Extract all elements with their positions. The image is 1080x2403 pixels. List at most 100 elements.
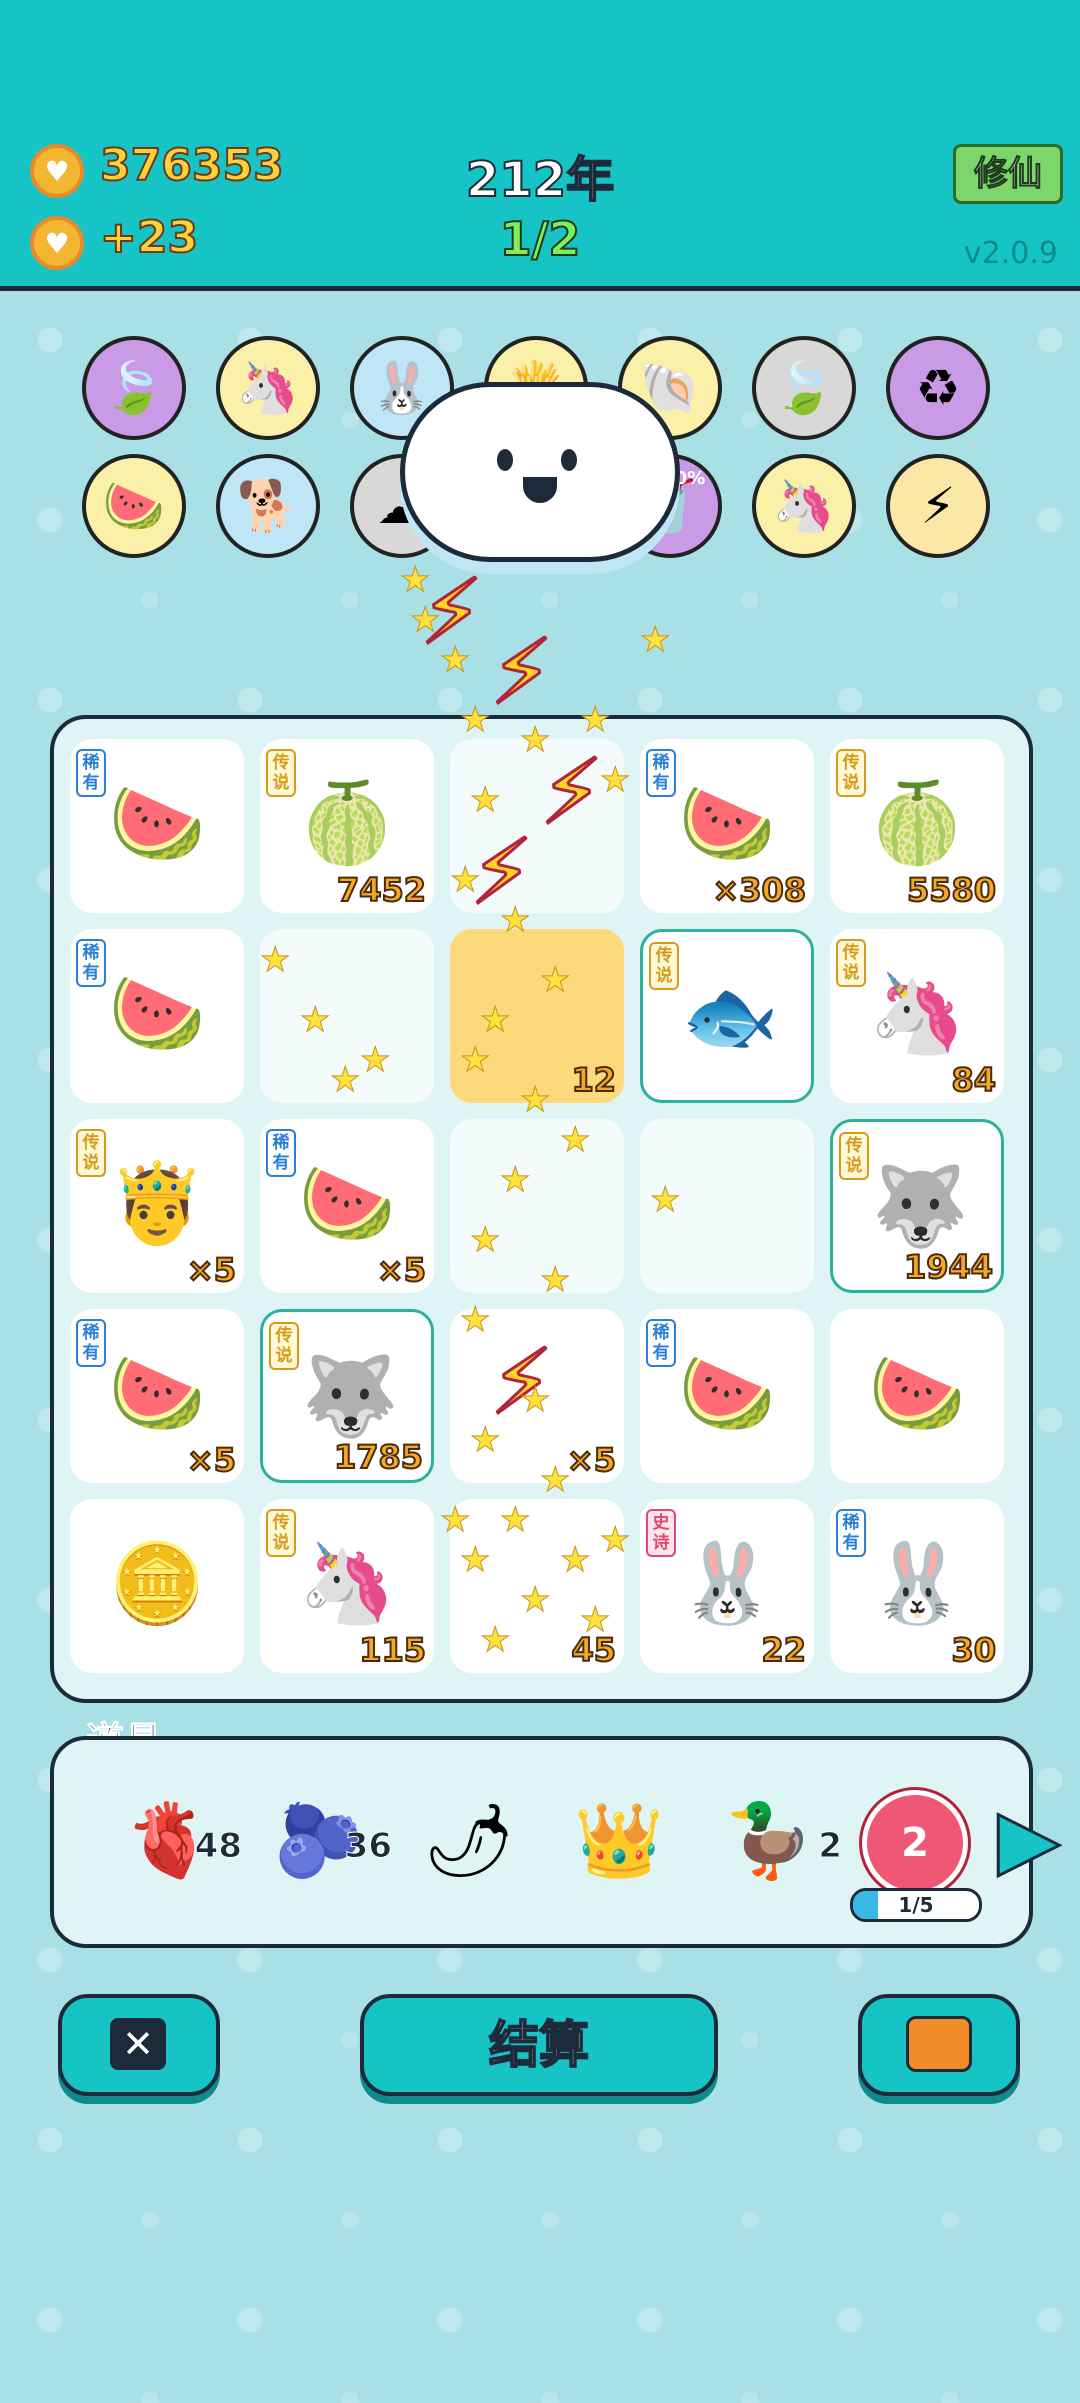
board-cell[interactable]: 传说 🦄 84 (830, 929, 1004, 1103)
item-count: 1785 (333, 1437, 424, 1477)
sparkle-star: ★ (579, 1600, 611, 1641)
watermelon-slice-icon: 🍉 (678, 779, 776, 869)
watermelon-icon: 🍈 (298, 779, 396, 869)
sparkle-star: ★ (399, 560, 431, 601)
board-cell[interactable]: 传说 🐺 1944 (830, 1119, 1004, 1293)
sparkle-star: ★ (409, 600, 441, 641)
prop-count: 48 (194, 1826, 242, 1867)
watermelon-slice-icon: 🍉 (678, 1349, 776, 1439)
item-count: 30 (950, 1630, 997, 1670)
sparkle-star: ★ (439, 1500, 471, 1541)
item-count: 7452 (336, 870, 427, 910)
sparkle-star: ★ (499, 900, 531, 941)
item-count: 115 (358, 1630, 427, 1670)
sparkle-star: ★ (579, 700, 611, 741)
board-cell[interactable]: 🍉 (830, 1309, 1004, 1483)
liver-icon[interactable]: 🫀 48 (114, 1790, 242, 1900)
sparkle-star: ★ (459, 700, 491, 741)
year-counter: 212年 (465, 151, 615, 209)
leaf-icon[interactable]: 🍃 (82, 336, 186, 440)
sparkle-star: ★ (599, 760, 631, 801)
board-cell[interactable]: 传说 🐟 (640, 929, 814, 1103)
board-cell[interactable]: 稀有 🍉 ×308 (640, 739, 814, 913)
sparkle-star: ★ (539, 1260, 571, 1301)
board-cell[interactable]: 稀有 🍉 (70, 929, 244, 1103)
lightning-bolt: ⚡ (488, 619, 554, 727)
scroll-right-arrow[interactable]: ▶ (997, 1794, 1062, 1883)
progress-text: 1/5 (898, 1893, 934, 1917)
board-cell[interactable]: 传说 🐺 1785 (260, 1309, 434, 1483)
husky-king-icon: 🐺 (301, 1352, 399, 1442)
board-cell[interactable]: 稀有 🐰 30 (830, 1499, 1004, 1673)
sparkle-star: ★ (469, 780, 501, 821)
item-count: 84 (950, 1060, 997, 1100)
board-cell[interactable]: 传说 🍈 7452 (260, 739, 434, 913)
exit-button[interactable]: ✕ (58, 1994, 220, 2096)
board-cell[interactable]: 史诗 🐰 22 (640, 1499, 814, 1673)
sparkle-star: ★ (469, 1420, 501, 1461)
coin-pile-icon: 🪙 (108, 1539, 206, 1629)
target-icon[interactable]: 2 (862, 1790, 968, 1896)
item-count: ×308 (711, 870, 807, 910)
watermelon-icon: 🍈 (868, 779, 966, 869)
sparkle-star: ★ (469, 1220, 501, 1261)
blueberry-icon[interactable]: 🫐 36 (264, 1790, 392, 1900)
item-count: ×5 (566, 1440, 617, 1480)
dog-icon[interactable]: 🐕 (216, 454, 320, 558)
watermelon-slice-icon: 🍉 (868, 1349, 966, 1439)
sparkle-star: ★ (459, 1540, 491, 1581)
board-cell[interactable]: 稀有 🍉 (70, 739, 244, 913)
prop-count: 36 (344, 1826, 392, 1867)
sparkle-star: ★ (649, 1180, 681, 1221)
unicorn-icon: 🦄 (868, 969, 966, 1059)
board-cell[interactable] (450, 1119, 624, 1293)
inventory-button[interactable] (858, 1994, 1020, 2096)
sparkle-star: ★ (559, 1120, 591, 1161)
recycle-icon[interactable]: ♻ (886, 336, 990, 440)
sparkle-star: ★ (479, 1620, 511, 1661)
settle-button[interactable]: 结算 (360, 1994, 718, 2096)
sparkle-star: ★ (559, 1540, 591, 1581)
sparkle-star: ★ (459, 1300, 491, 1341)
item-count: ×5 (376, 1250, 427, 1290)
item-count: ×5 (186, 1440, 237, 1480)
board-cell[interactable]: 稀有 🍉 (640, 1309, 814, 1483)
briefcase-icon (906, 2016, 972, 2072)
target-progress: 1/5 (850, 1888, 982, 1922)
board-cell[interactable]: 🪙 (70, 1499, 244, 1673)
fruit-basket-icon[interactable]: 🍉 (82, 454, 186, 558)
sparkle-star: ★ (299, 1000, 331, 1041)
sparkle-star: ★ (519, 720, 551, 761)
close-icon: ✕ (110, 2018, 166, 2070)
sparkle-star: ★ (599, 1520, 631, 1561)
crown-icon[interactable]: 👑 (564, 1790, 674, 1900)
game-board: 稀有 🍉 传说 🍈 7452 稀有 🍉 ×308 传说 🍈 5580 稀有 🍉 12 传说 🐟 传说 🦄 84 传说 🤴… (50, 715, 1033, 1703)
unicorn-icon: 🦄 (298, 1539, 396, 1629)
sparkle-star: ★ (639, 620, 671, 661)
duck-icon[interactable]: 🦆 2 (714, 1790, 842, 1900)
board-cell[interactable]: 稀有 🍉 ×5 (70, 1309, 244, 1483)
watermelon-slice-icon: 🍉 (108, 1349, 206, 1439)
board-cell[interactable]: 传说 🍈 5580 (830, 739, 1004, 913)
sparkle-star: ★ (329, 1060, 361, 1101)
lightning-icon[interactable]: ⚡ (886, 454, 990, 558)
header-bar: ♥ 376353 ♥ +23 212年 1/2 修仙 v2.0.9 (0, 0, 1080, 291)
king-icon: 🤴 (108, 1159, 206, 1249)
unicorn-icon[interactable]: 🦄 (216, 336, 320, 440)
xiuxian-button[interactable]: 修仙 (953, 144, 1063, 204)
sparkle-star: ★ (519, 1580, 551, 1621)
leaf-icon[interactable]: 🍃 (752, 336, 856, 440)
item-count: 5580 (906, 870, 997, 910)
chili-icon[interactable]: 🌶 (414, 1790, 524, 1900)
board-cell[interactable]: 传说 🦄 115 (260, 1499, 434, 1673)
sparkle-star: ★ (259, 940, 291, 981)
unicorn-icon[interactable]: 🦄 (752, 454, 856, 558)
sparkle-star: ★ (519, 1080, 551, 1121)
cloud-icon (400, 382, 680, 562)
rabbit-house-icon: 🐰 (678, 1539, 776, 1629)
board-cell[interactable]: 传说 🤴 ×5 (70, 1119, 244, 1293)
item-count: 12 (570, 1060, 617, 1100)
sparkle-star: ★ (459, 1040, 491, 1081)
board-cell[interactable]: 稀有 🍉 ×5 (260, 1119, 434, 1293)
watermelon-slice-icon: 🍉 (108, 779, 206, 869)
